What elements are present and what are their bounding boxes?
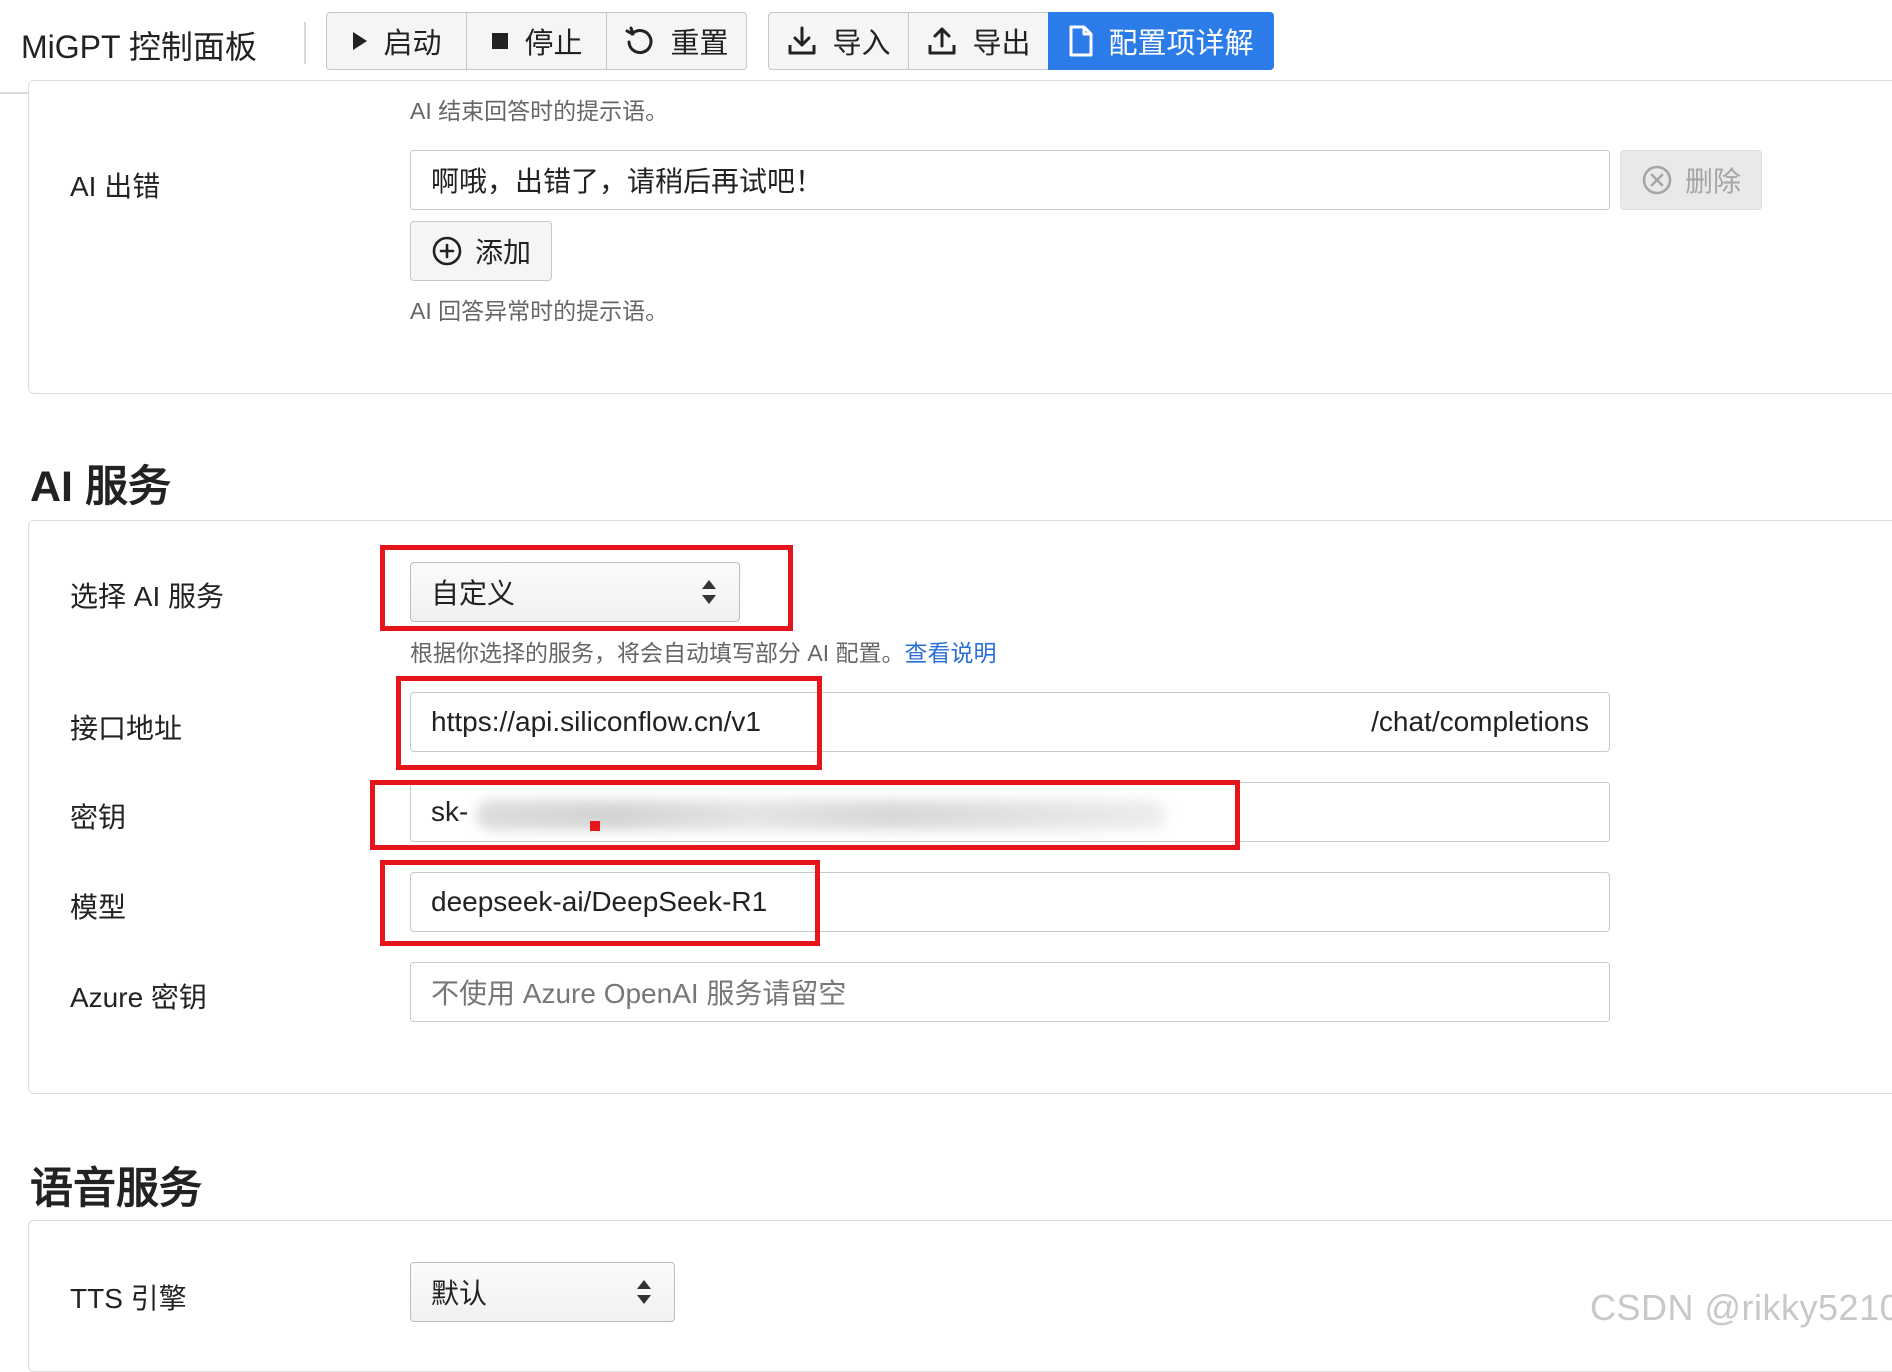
api-key-input-value: sk- [431, 796, 469, 827]
delete-button-label: 删除 [1684, 166, 1741, 197]
tts-engine-select-value: 默认 [431, 1278, 488, 1309]
export-button[interactable]: 导出 [908, 12, 1049, 70]
watermark: CSDN @rikky5210 [1590, 1287, 1892, 1328]
endpoint-label: 接口地址 [70, 713, 183, 744]
stop-button[interactable]: 停止 [466, 12, 607, 70]
config-button-group: 导入 导出 配置项详解 [768, 12, 1274, 70]
reset-icon [625, 26, 653, 55]
stop-icon [492, 33, 509, 49]
export-button-label: 导出 [972, 28, 1031, 60]
voice-service-title: 语音服务 [30, 1165, 202, 1213]
sort-caret-icon [637, 1280, 651, 1304]
ai-service-help: 根据你选择的服务，将会自动填写部分 AI 配置。查看说明 [410, 634, 997, 668]
ai-error-input[interactable]: 啊哦，出错了，请稍后再试吧！ [410, 150, 1610, 210]
close-circle-icon [1642, 165, 1672, 195]
endpoint-suffix: /chat/completions [1371, 706, 1589, 737]
import-button[interactable]: 导入 [768, 12, 909, 70]
upload-icon [928, 27, 956, 55]
select-ai-service-label: 选择 AI 服务 [70, 581, 225, 612]
model-label: 模型 [70, 892, 127, 923]
tts-engine-label: TTS 引擎 [70, 1283, 187, 1314]
add-button[interactable]: 添加 [410, 221, 552, 281]
azure-key-placeholder: 不使用 Azure OpenAI 服务请留空 [431, 978, 847, 1009]
ai-error-input-value: 啊哦，出错了，请稍后再试吧！ [431, 166, 824, 197]
annotation-dot [590, 821, 600, 831]
plus-circle-icon [432, 236, 462, 266]
azure-key-label: Azure 密钥 [70, 982, 207, 1013]
model-input[interactable]: deepseek-ai/DeepSeek-R1 [410, 872, 1610, 932]
control-button-group: 启动 停止 重置 [326, 12, 747, 70]
delete-button[interactable]: 删除 [1620, 150, 1762, 210]
download-icon [788, 26, 816, 55]
end-reply-help: AI 结束回答时的提示语。 [410, 98, 669, 124]
play-icon [353, 32, 368, 50]
ai-service-select-value: 自定义 [431, 578, 516, 609]
tts-engine-select[interactable]: 默认 [410, 1262, 675, 1322]
azure-key-input[interactable]: 不使用 Azure OpenAI 服务请留空 [410, 962, 1610, 1022]
ai-service-select[interactable]: 自定义 [410, 562, 740, 622]
sort-caret-icon [702, 580, 716, 604]
model-input-value: deepseek-ai/DeepSeek-R1 [431, 886, 768, 917]
endpoint-input-value: https://api.siliconflow.cn/v1 [431, 706, 761, 737]
ai-error-label: AI 出错 [70, 171, 161, 202]
ai-service-title: AI 服务 [30, 463, 171, 511]
endpoint-input[interactable]: https://api.siliconflow.cn/v1 /chat/comp… [410, 692, 1610, 752]
ai-service-help-text: 根据你选择的服务，将会自动填写部分 AI 配置。 [410, 640, 905, 666]
redacted-key-blur [476, 800, 1166, 830]
reset-button[interactable]: 重置 [606, 12, 747, 70]
api-key-label: 密钥 [70, 802, 127, 833]
prompts-card [28, 80, 1892, 394]
app-title: MiGPT 控制面板 [21, 29, 257, 65]
add-button-label: 添加 [474, 237, 531, 268]
config-detail-button-label: 配置项详解 [1108, 28, 1254, 60]
view-docs-link[interactable]: 查看说明 [905, 640, 997, 666]
config-detail-button[interactable]: 配置项详解 [1048, 12, 1274, 70]
ai-error-help: AI 回答异常时的提示语。 [410, 298, 669, 324]
document-icon [1069, 25, 1093, 57]
toolbar-divider [304, 22, 306, 64]
reset-button-label: 重置 [670, 28, 729, 60]
start-button-label: 启动 [383, 28, 442, 60]
import-button-label: 导入 [832, 28, 891, 60]
start-button[interactable]: 启动 [326, 12, 467, 70]
stop-button-label: 停止 [524, 28, 583, 60]
